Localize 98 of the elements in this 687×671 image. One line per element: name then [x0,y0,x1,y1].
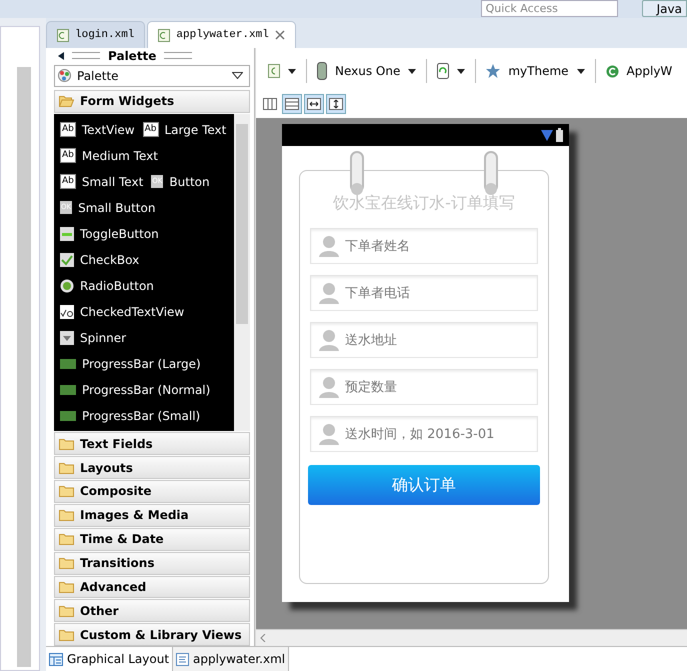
editor-tab[interactable]: login.xml [46,21,146,48]
folder-icon [59,95,74,108]
theme-dropdown-button[interactable]: myTheme [484,62,587,80]
editor-mode-tab[interactable]: applywater.xml [173,647,290,671]
palette-category[interactable]: Text Fields [54,432,250,456]
folder-icon [59,628,74,641]
layout-icon [49,652,63,666]
star-icon [486,64,500,78]
close-icon[interactable] [274,30,285,40]
editor-tab[interactable]: applywater.xml [147,21,296,48]
palette-category[interactable]: Layouts [54,456,250,480]
folder-icon [59,580,74,593]
folder-icon [59,438,74,450]
palette-category[interactable]: Advanced [54,576,250,598]
text-widget-icon: Ab [60,148,76,164]
text-widget-icon: Ab [60,122,76,138]
fit-width-button[interactable] [304,94,324,114]
palette-widget-item[interactable]: RadioButton [60,278,154,293]
rotate-phone-icon [437,63,450,79]
palette-widget-item[interactable]: Ab Small Text [60,174,144,190]
grip-lines-icon [164,52,192,60]
device-dropdown-button[interactable]: Nexus One [315,60,418,82]
person-icon [319,282,339,304]
xml-file-icon [158,28,170,42]
input-field[interactable]: 下单者电话 [310,275,538,311]
progress-bar-icon [60,410,76,421]
scrollbar[interactable] [17,67,31,667]
palette-widget-item[interactable]: Ab Large Text [142,122,226,138]
person-icon [319,423,339,445]
xml-file-icon [57,28,69,42]
collapse-arrow-icon[interactable] [58,52,64,60]
text-widget-icon: Ab [60,174,76,190]
palette-category[interactable]: Time & Date [54,528,250,551]
text-widget-icon: Ab [142,122,158,138]
caret-icon [408,68,416,74]
person-icon [319,376,339,398]
dropdown-caret-icon [232,72,243,80]
palette-title: Palette [108,48,156,63]
palette-widget-item[interactable]: Ab Medium Text [60,148,158,164]
xml-file-icon [268,64,280,78]
input-field[interactable]: 送水时间，如 2016-3-01 [310,416,538,452]
quick-access-field[interactable]: Quick Access [480,0,618,17]
editor-mode-tab[interactable]: Graphical Layout [46,647,174,671]
input-field[interactable]: 下单者姓名 [310,228,538,264]
scroll-left-icon[interactable] [260,634,266,642]
tab-label: login.xml [75,29,134,41]
palette-category[interactable]: Custom & Library Views [54,623,250,646]
checkbox-icon [60,252,74,267]
grip-lines-icon [72,52,100,60]
person-icon [319,235,339,257]
perspective-button[interactable]: Java [642,0,687,17]
scrollbar[interactable] [256,629,687,646]
palette-widget-item[interactable]: ProgressBar (Small) [60,408,200,423]
radio-icon [60,278,74,293]
phone-icon [317,62,327,80]
palette-widget-item[interactable]: CheckedTextView [60,304,184,319]
scrollbar[interactable] [234,114,250,432]
palette-category[interactable]: Form Widgets [54,90,250,113]
palette-widget-item[interactable]: ProgressBar (Normal) [60,382,210,397]
palette-widget-item[interactable]: Spinner [60,330,126,345]
tab-label: applywater.xml [176,29,269,41]
folder-icon [59,557,74,570]
folder-icon [59,462,74,474]
progress-bar-icon [60,384,76,395]
spinner-icon [60,330,74,345]
caret-icon [457,68,466,74]
palette-category[interactable]: Composite [54,480,250,503]
text-file-icon [176,652,190,666]
row-layout-button[interactable] [282,94,302,114]
folder-icon [59,604,74,617]
activity-dropdown-button[interactable]: ApplyW [604,62,674,80]
palette-widget-item[interactable]: CheckBox [60,252,140,267]
input-field[interactable]: 预定数量 [310,369,538,405]
palette-dropdown[interactable]: Palette [54,64,250,87]
person-icon [319,329,339,351]
palette-widget-item[interactable]: ProgressBar (Large) [60,356,201,371]
caret-icon [576,68,585,74]
toggle-icon [60,226,74,241]
palette-widget-item[interactable]: Ab TextView [60,122,135,138]
progress-bar-icon [60,358,76,369]
palette-widget-item[interactable]: ToggleButton [60,226,159,241]
palette-category[interactable]: Transitions [54,552,250,574]
config-dropdown-button[interactable] [266,62,298,80]
folder-icon [59,509,74,522]
folder-icon [59,533,74,546]
fit-height-button[interactable] [326,94,346,114]
palette-category[interactable]: Images & Media [54,504,250,527]
input-field[interactable]: 送水地址 [310,322,538,358]
activity-icon [606,64,619,78]
form-title: 饮水宝在线订水-订单填写 [332,193,516,214]
palette-category[interactable]: Other [54,599,250,622]
battery-icon [556,128,563,142]
globe-icon [58,69,71,82]
wifi-icon [541,129,553,141]
caret-icon [288,68,296,74]
folder-icon [59,485,74,498]
orientation-dropdown-button[interactable] [435,61,468,81]
checked-text-icon [60,304,74,319]
